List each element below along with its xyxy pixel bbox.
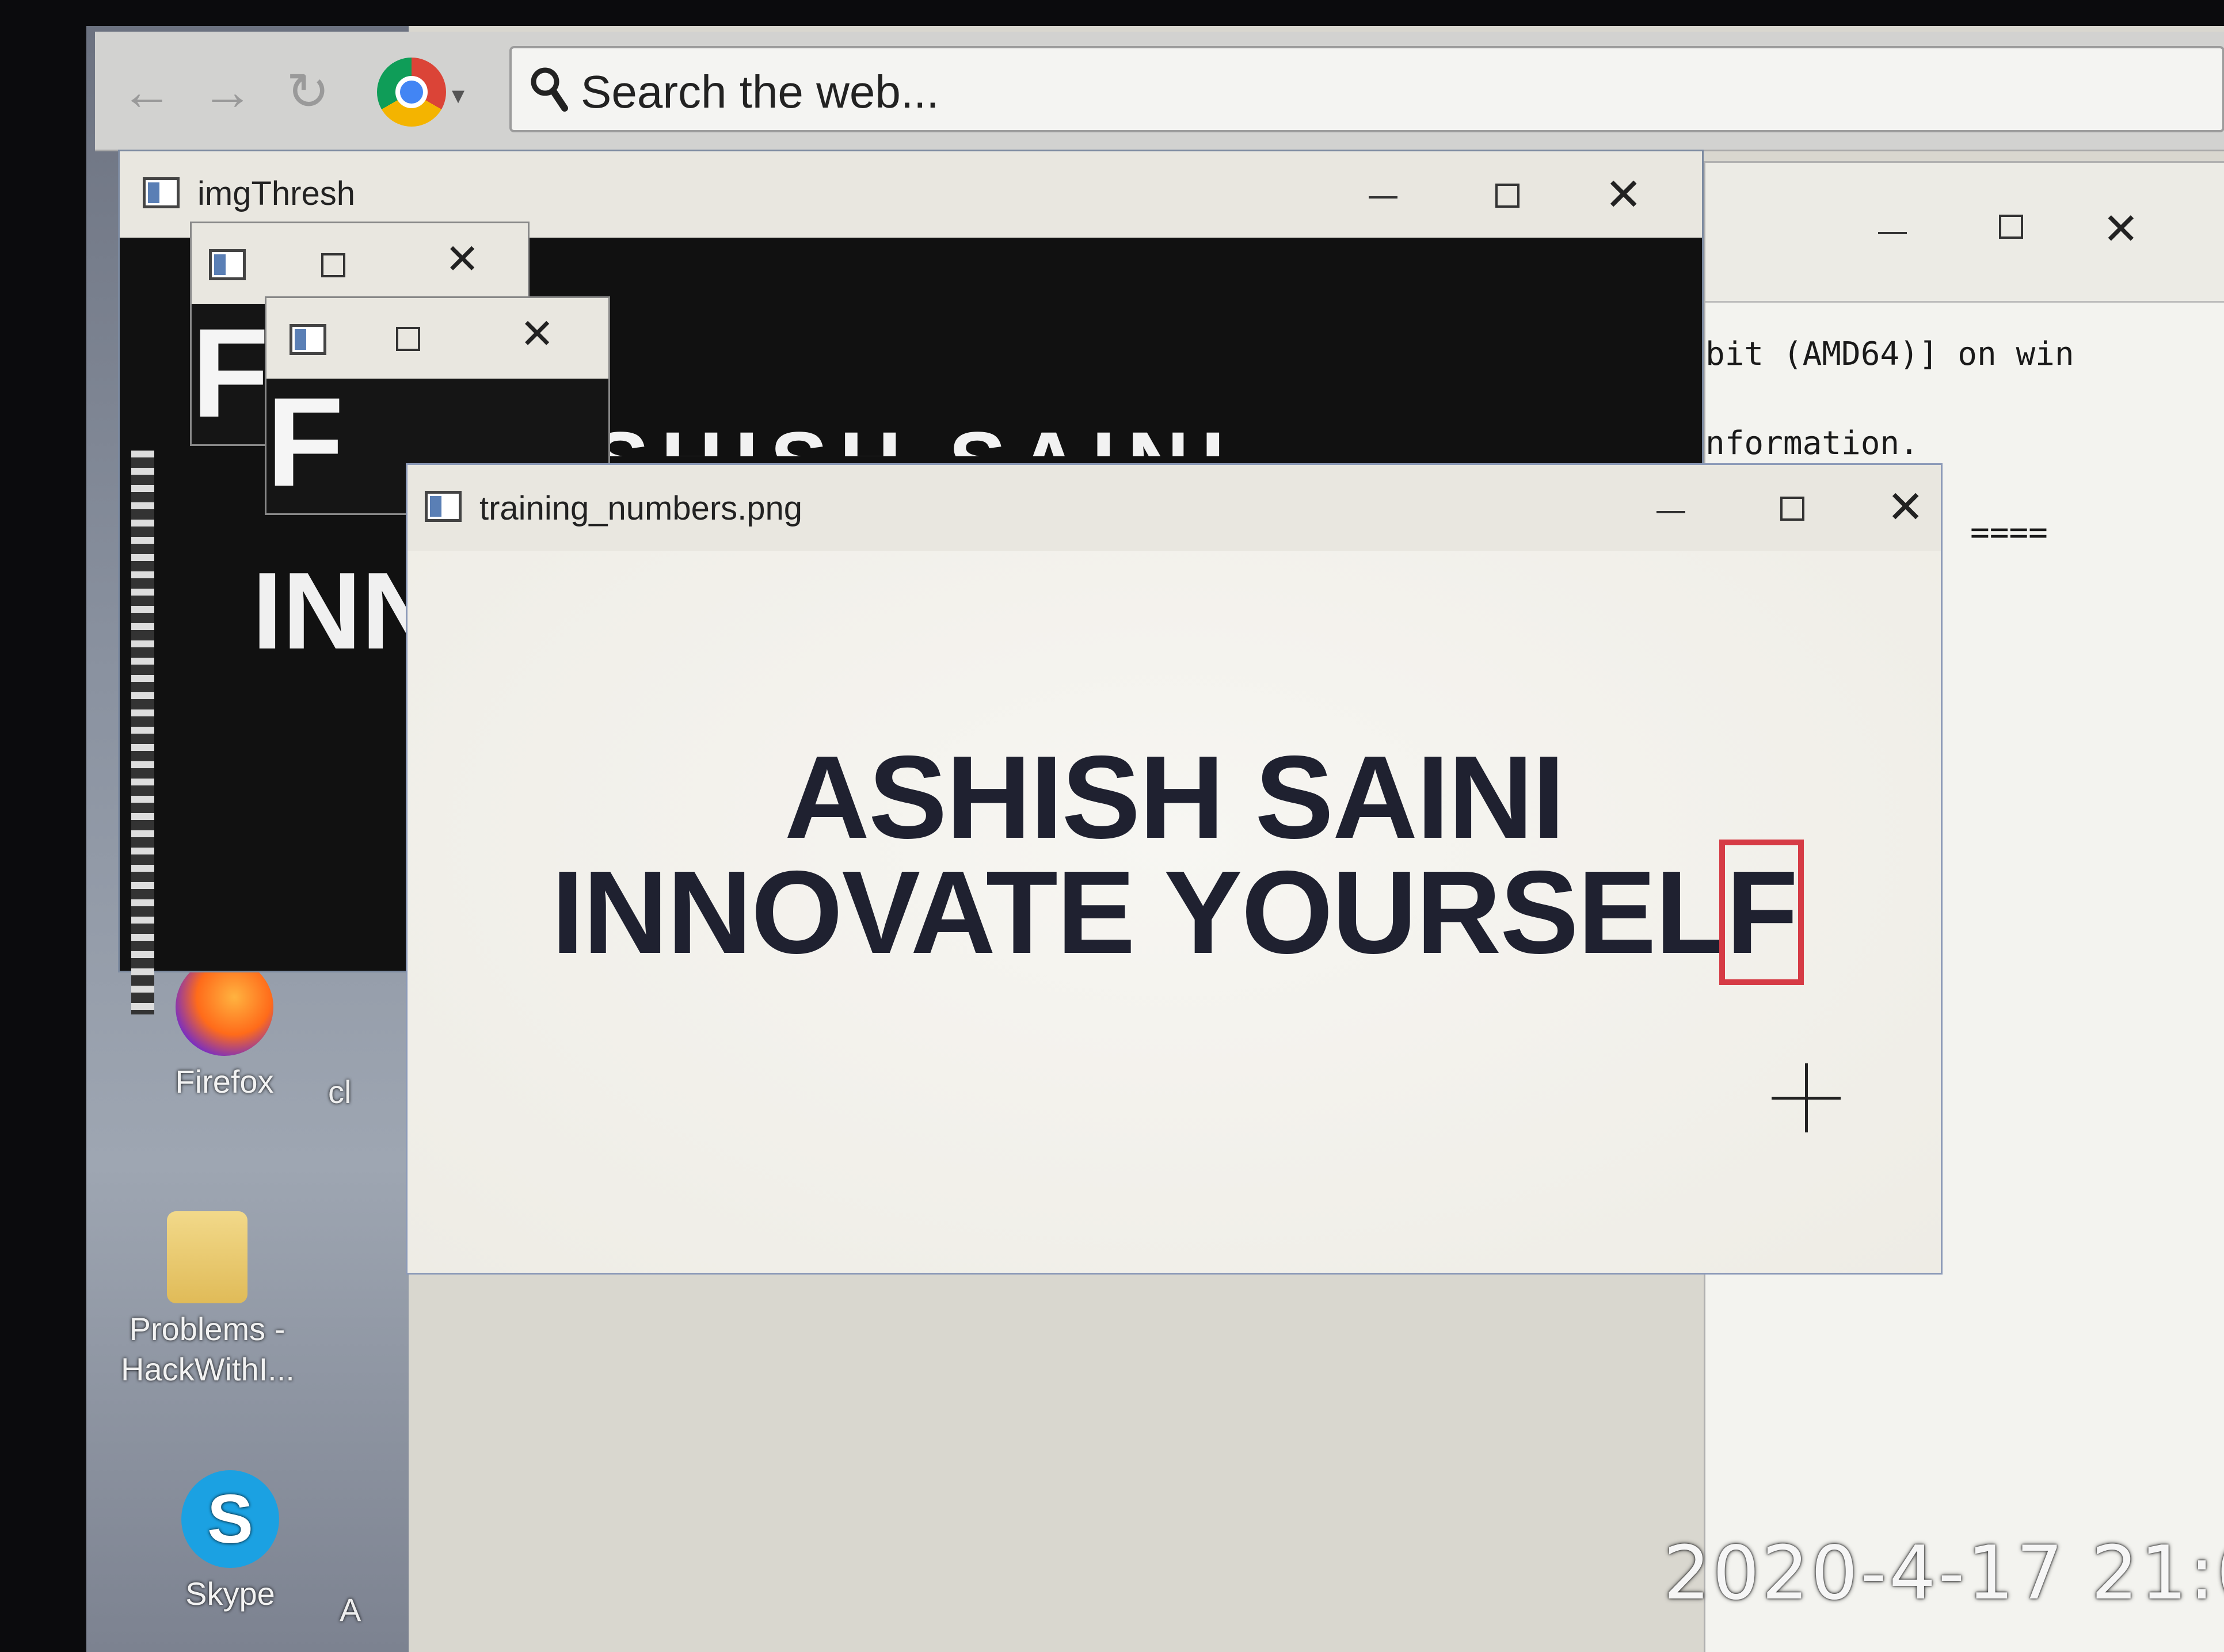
console-line: ==== bbox=[1970, 514, 2048, 551]
forward-button[interactable]: → bbox=[199, 63, 256, 121]
maximize-button[interactable] bbox=[1780, 497, 1804, 521]
close-button[interactable]: ✕ bbox=[2103, 203, 2139, 254]
reload-button[interactable]: ↻ bbox=[279, 63, 337, 121]
folder-icon bbox=[167, 1211, 247, 1303]
desktop-icon-label: Firefox bbox=[175, 1063, 274, 1100]
close-button[interactable]: ✕ bbox=[1887, 481, 1924, 533]
window-title: training_numbers.png bbox=[479, 490, 803, 527]
monitor-screen: Firefox cl Problems - HackWithI... S Sky… bbox=[86, 26, 2224, 1652]
search-icon bbox=[531, 67, 568, 112]
minimize-button[interactable] bbox=[1878, 232, 1907, 234]
highlighted-character: F bbox=[1719, 840, 1804, 985]
training-image-canvas[interactable]: ASHISH SAINI INNOVATE YOURSELF bbox=[408, 551, 1941, 1273]
training-numbers-window: training_numbers.png ✕ ASHISH SAINI INNO… bbox=[406, 463, 1943, 1275]
photo-timestamp: 2020-4-17 21:04 bbox=[1663, 1531, 2224, 1616]
firefox-icon bbox=[176, 958, 273, 1056]
chevron-down-icon[interactable]: ▾ bbox=[452, 81, 464, 110]
maximize-button[interactable] bbox=[1495, 184, 1520, 208]
desktop-icon-skype[interactable]: S Skype bbox=[144, 1470, 317, 1614]
minimize-button[interactable] bbox=[1369, 196, 1397, 199]
training-titlebar: training_numbers.png ✕ bbox=[408, 465, 1941, 553]
search-placeholder: Search the web... bbox=[581, 66, 939, 117]
chrome-logo-icon[interactable] bbox=[377, 58, 446, 127]
desktop-icon-label: Problems - HackWithI... bbox=[121, 1311, 295, 1387]
window-app-icon bbox=[209, 249, 246, 280]
training-text-line-1: ASHISH SAINI bbox=[784, 731, 1565, 863]
desktop-icon-label: Skype bbox=[185, 1575, 275, 1612]
char-sample: F bbox=[192, 302, 269, 444]
skype-icon: S bbox=[181, 1470, 279, 1568]
window-title: imgThresh bbox=[197, 175, 355, 212]
close-button[interactable]: ✕ bbox=[1605, 169, 1642, 221]
console-line: bit (AMD64)] on win bbox=[1705, 335, 2074, 373]
minimize-button[interactable] bbox=[1656, 511, 1685, 513]
maximize-button[interactable] bbox=[321, 253, 345, 277]
search-input[interactable]: Search the web... bbox=[509, 46, 2224, 132]
back-button[interactable]: ← bbox=[118, 63, 176, 121]
threshold-text-partial: SHISH SAINI bbox=[592, 405, 1236, 456]
window-app-icon bbox=[143, 177, 180, 208]
desktop-icon-problems[interactable]: Problems - HackWithI... bbox=[121, 1211, 295, 1390]
console-titlebar: ✕ bbox=[1705, 163, 2224, 303]
console-line: nformation. bbox=[1705, 425, 1919, 462]
window-app-icon bbox=[290, 324, 326, 355]
crosshair-cursor-icon bbox=[1772, 1063, 1841, 1132]
close-button[interactable]: ✕ bbox=[445, 235, 479, 283]
char-sample: F bbox=[266, 371, 344, 513]
window-app-icon bbox=[425, 491, 462, 522]
small-window-titlebar: ✕ bbox=[266, 298, 608, 379]
close-button[interactable]: ✕ bbox=[520, 310, 554, 358]
maximize-button[interactable] bbox=[1999, 215, 2023, 239]
training-text-line-2: INNOVATE YOURSELF bbox=[408, 840, 1941, 985]
training-text-line-2-main: INNOVATE YOURSEL bbox=[551, 846, 1727, 978]
small-window-titlebar: ✕ bbox=[192, 223, 528, 304]
desktop-icon-firefox[interactable]: Firefox bbox=[138, 958, 311, 1102]
desktop-icon-partial-label: A bbox=[340, 1592, 361, 1628]
desktop-icon-partial-label: cl bbox=[328, 1074, 352, 1110]
threshold-noise-strip bbox=[131, 451, 154, 1014]
browser-toolbar: ← → ↻ ▾ Search the web... bbox=[95, 32, 2224, 151]
maximize-button[interactable] bbox=[396, 327, 420, 351]
